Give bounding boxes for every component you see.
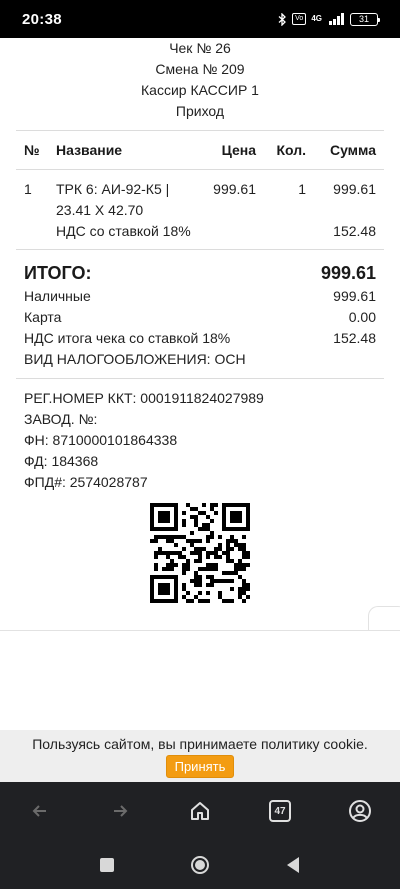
cookie-panel <box>0 630 400 730</box>
total-vat-row: НДС итога чека со ставкой 18% 152.48 <box>16 328 384 349</box>
browser-toolbar: 47 <box>0 782 400 840</box>
payment-cash-label: Наличные <box>24 288 91 304</box>
profile-button[interactable] <box>340 791 380 831</box>
home-button[interactable] <box>180 791 220 831</box>
system-back-button[interactable] <box>273 845 313 885</box>
battery-level: 31 <box>358 14 369 24</box>
item-qty: 1 <box>298 181 306 197</box>
receipt: Чек № 26 Смена № 209 Кассир КАССИР 1 При… <box>16 38 384 607</box>
status-bar: 20:38 Vo 4G 31 <box>0 0 400 38</box>
payment-cash-value: 999.61 <box>333 288 376 304</box>
receipt-header: Чек № 26 Смена № 209 Кассир КАССИР 1 При… <box>16 38 384 122</box>
total-value: 999.61 <box>320 262 376 283</box>
system-home-button[interactable] <box>180 845 220 885</box>
kkt-info: РЕГ.НОМЕР ККТ: 0001911824027989 ЗАВОД. №… <box>16 379 384 493</box>
item-no: 1 <box>24 181 32 197</box>
totals-section: ИТОГО: 999.61 Наличные 999.61 Карта 0.00… <box>16 250 384 378</box>
column-header-sum: Сумма <box>329 142 376 158</box>
payment-card-row: Карта 0.00 <box>16 307 384 328</box>
table-header: № Название Цена Кол. Сумма <box>16 131 384 169</box>
item-vat-row: НДС со ставкой 18% 152.48 <box>16 221 384 249</box>
account-icon <box>349 800 371 822</box>
cookie-text: Пользуясь сайтом, вы принимаете политику… <box>32 736 368 752</box>
tax-system: ВИД НАЛОГООБЛОЖЕНИЯ: ОСН <box>24 351 246 367</box>
tabs-button[interactable]: 47 <box>260 791 300 831</box>
column-header-price: Цена <box>221 142 256 158</box>
circle-icon <box>190 855 209 874</box>
total-vat-label: НДС итога чека со ставкой 18% <box>24 330 231 346</box>
tabs-count-icon: 47 <box>269 800 291 822</box>
forward-button[interactable] <box>100 791 140 831</box>
total-vat-value: 152.48 <box>333 330 376 346</box>
item-vat-label: НДС со ставкой 18% <box>56 223 191 239</box>
back-button[interactable] <box>20 791 60 831</box>
network-type: 4G <box>311 14 322 23</box>
payment-card-value: 0.00 <box>348 309 376 325</box>
payment-cash-row: Наличные 999.61 <box>16 286 384 307</box>
accept-cookie-button[interactable]: Принять <box>165 755 235 778</box>
fiscal-document-number: ФД: 184368 <box>24 453 99 469</box>
column-header-name: Название <box>56 142 123 158</box>
recents-button[interactable] <box>87 845 127 885</box>
qr-code-icon <box>150 503 250 603</box>
item-price: 999.61 <box>213 181 256 197</box>
battery-icon: 31 <box>350 12 380 26</box>
fiscal-sign: ФПД#: 2574028787 <box>24 474 148 490</box>
system-nav-bar <box>0 840 400 889</box>
arrow-right-icon <box>114 805 128 817</box>
triangle-back-icon <box>287 856 300 873</box>
cashier-name: Кассир КАССИР 1 <box>141 82 259 98</box>
column-header-qty: Кол. <box>276 142 306 158</box>
signal-icon <box>327 13 345 25</box>
status-time: 20:38 <box>22 10 62 28</box>
kkt-reg-number: РЕГ.НОМЕР ККТ: 0001911824027989 <box>24 390 264 406</box>
item-vat-value: 152.48 <box>333 223 376 239</box>
square-icon <box>99 857 114 872</box>
total-row: ИТОГО: 999.61 <box>16 260 384 286</box>
item-name: ТРК 6: АИ-92-К5 | 23.41 X 42.70 <box>56 181 170 218</box>
kkt-serial-number: ЗАВОД. №: <box>24 411 98 427</box>
table-row: 1 ТРК 6: АИ-92-К5 | 23.41 X 42.70 999.61… <box>16 170 384 221</box>
status-icons: Vo 4G 31 <box>278 12 380 26</box>
shift-number: Смена № 209 <box>155 61 245 77</box>
total-label: ИТОГО: <box>24 262 92 283</box>
bluetooth-icon <box>278 12 287 26</box>
home-icon <box>191 802 209 820</box>
fiscal-storage-number: ФН: 8710000101864338 <box>24 432 178 448</box>
receipt-number: Чек № 26 <box>169 40 231 56</box>
payment-card-label: Карта <box>24 309 62 325</box>
tax-system-row: ВИД НАЛОГООБЛОЖЕНИЯ: ОСН <box>16 349 384 370</box>
column-header-no: № <box>24 142 40 158</box>
cookie-banner: Пользуясь сайтом, вы принимаете политику… <box>0 730 400 782</box>
item-sum: 999.61 <box>333 181 376 197</box>
volte-icon: Vo <box>292 13 307 25</box>
operation-type: Приход <box>175 103 225 119</box>
arrow-left-icon <box>32 805 46 817</box>
